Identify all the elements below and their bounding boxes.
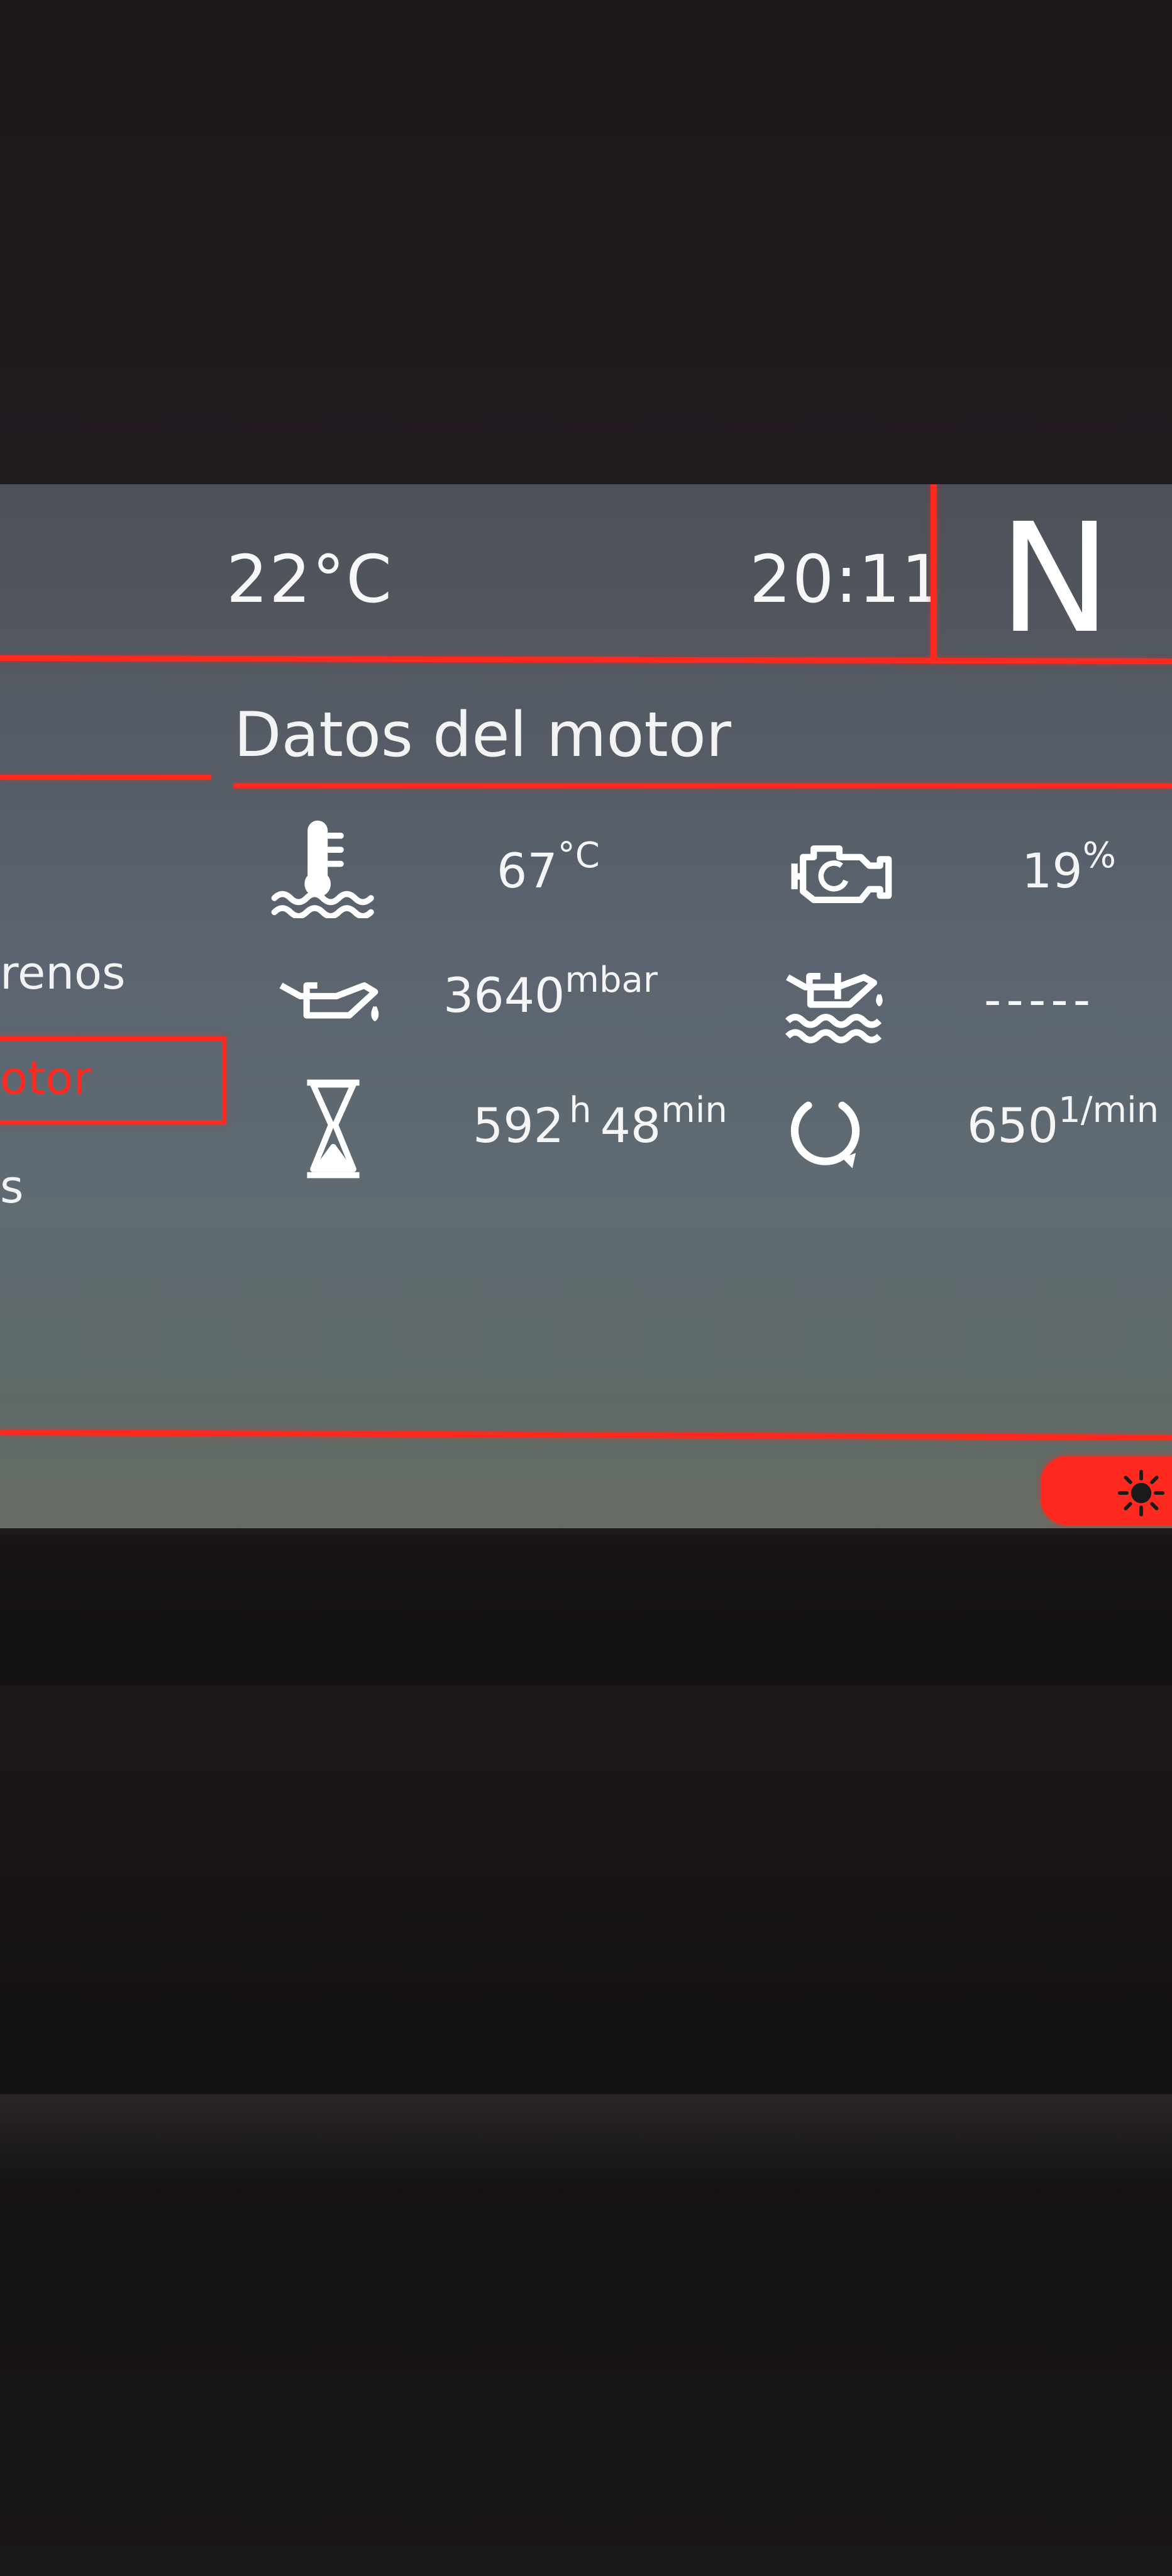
footer-line: [0, 1430, 1172, 1441]
operating-minutes: 48: [600, 1097, 661, 1153]
oil-can-icon: [277, 975, 384, 1035]
rpm-icon: [783, 1087, 868, 1172]
oil-temperature-placeholder: -----: [984, 972, 1096, 1028]
outside-temperature: 22°C: [226, 541, 393, 618]
engine-speed-unit: 1/min: [1058, 1089, 1159, 1131]
instrument-display: 22°C 20:11 N renos otor s Datos del moto…: [0, 484, 1172, 1528]
page-title: Datos del motor: [234, 699, 732, 771]
header-underline: [0, 655, 1172, 664]
operating-time-value: 592 h 48min: [473, 1090, 727, 1153]
oil-temperature-value: -----: [984, 972, 1095, 1028]
hourglass-icon: [302, 1079, 365, 1179]
operating-minutes-unit: min: [661, 1089, 727, 1131]
sun-icon[interactable]: [1117, 1469, 1165, 1517]
oil-pressure-value: 3640mbar: [443, 960, 658, 1023]
gear-divider: [931, 484, 937, 662]
title-underline: [234, 783, 1172, 788]
menu-top-line: [0, 775, 211, 780]
oil-temperature-icon: [783, 969, 893, 1047]
menu-item-motor-label[interactable]: otor: [0, 1052, 92, 1104]
engine-icon: [786, 833, 893, 909]
operating-hours-unit: h: [569, 1089, 592, 1131]
operating-hours: 592: [473, 1097, 565, 1153]
coolant-temperature-unit: °C: [557, 835, 600, 876]
coolant-temperature-value: 67°C: [497, 835, 600, 899]
engine-load-number: 19: [1022, 843, 1083, 899]
clock: 20:11: [749, 541, 944, 618]
engine-load-value: 19%: [1022, 835, 1116, 899]
oil-pressure-unit: mbar: [565, 959, 658, 1001]
coolant-temperature-number: 67: [497, 843, 558, 899]
coolant-temperature-icon: [267, 818, 374, 918]
bezel-lower-panel: [0, 1535, 1172, 1685]
engine-speed-number: 650: [967, 1097, 1059, 1153]
engine-speed-value: 6501/min: [967, 1090, 1159, 1153]
engine-load-unit: %: [1082, 835, 1116, 876]
menu-item-next[interactable]: s: [0, 1160, 24, 1213]
oil-pressure-number: 3640: [443, 967, 565, 1023]
menu-item-frenos[interactable]: renos: [0, 947, 126, 999]
dashboard-ledge: [0, 2094, 1172, 2189]
gear-indicator: N: [998, 491, 1112, 667]
